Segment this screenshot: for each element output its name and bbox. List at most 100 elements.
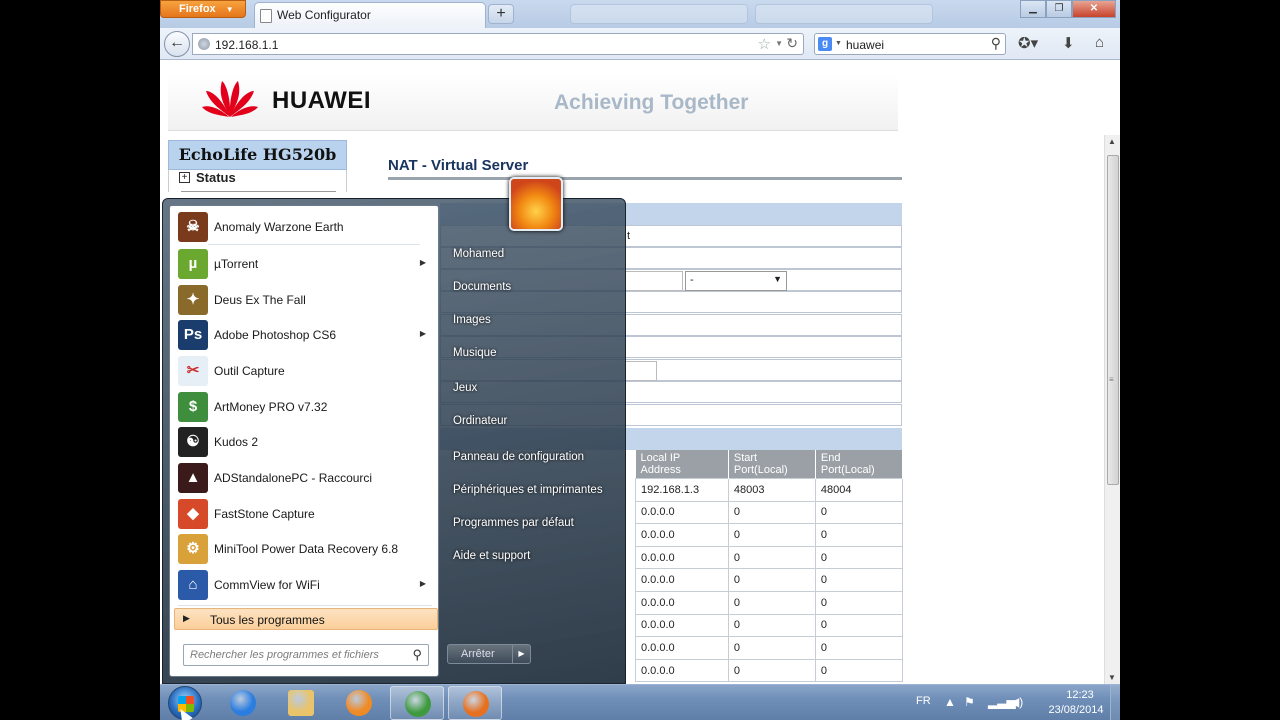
start-place-item[interactable]: Aide et support <box>453 550 530 562</box>
start-place-item[interactable]: Musique <box>453 347 496 359</box>
field-value-text: t <box>627 230 631 242</box>
submenu-arrow-icon[interactable]: ▶ <box>420 579 426 588</box>
reload-icon[interactable]: ↻ <box>786 35 798 52</box>
scroll-down-icon[interactable]: ▼ <box>1108 673 1116 682</box>
table-cell: 48003 <box>727 478 816 502</box>
program-item[interactable]: ✦ Deus Ex The Fall <box>174 283 436 317</box>
browser-tab-active[interactable]: Web Configurator <box>254 2 486 28</box>
home-icon[interactable]: ⌂ <box>1095 34 1104 51</box>
start-place-item[interactable]: Images <box>453 314 491 326</box>
bookmark-star-icon[interactable]: ☆ <box>758 35 771 53</box>
program-name: FastStone Capture <box>214 507 315 521</box>
restore-button[interactable]: ❐ <box>1046 0 1072 18</box>
google-icon[interactable]: g <box>818 37 832 51</box>
program-name: Kudos 2 <box>214 435 259 449</box>
submenu-arrow-icon[interactable]: ▶ <box>420 329 426 338</box>
start-place-item[interactable]: Panneau de configuration <box>453 451 584 463</box>
start-place-item[interactable]: Périphériques et imprimantes <box>453 484 603 496</box>
language-indicator[interactable]: FR <box>916 695 931 707</box>
start-place-item[interactable]: Mohamed <box>453 248 504 260</box>
all-programs-button[interactable]: ▶ Tous les programmes <box>174 608 438 630</box>
action-center-icon[interactable]: ⚑ <box>964 695 975 709</box>
search-input[interactable]: huawei <box>846 38 884 52</box>
show-desktop-button[interactable] <box>1110 685 1120 720</box>
bookmarks-menu-icon[interactable]: ✪▾ <box>1018 34 1038 52</box>
close-button[interactable]: ✕ <box>1072 0 1116 18</box>
vertical-scrollbar[interactable]: ▲ ≡ ▼ <box>1104 135 1120 684</box>
background-tab[interactable] <box>570 4 748 24</box>
interface-select[interactable]: - ▼ <box>685 271 787 291</box>
divider <box>388 177 902 180</box>
chevron-down-icon: ▼ <box>773 274 782 284</box>
huawei-logo <box>202 81 258 117</box>
sidebar-item-label: Status <box>196 170 236 186</box>
minimize-button[interactable]: ▁ <box>1020 0 1046 18</box>
start-place-item[interactable]: Programmes par défaut <box>453 517 574 529</box>
deus-ex-icon: ✦ <box>178 285 208 315</box>
downloads-icon[interactable]: ⬇ <box>1062 34 1075 52</box>
grip-icon: ≡ <box>1109 375 1114 384</box>
sidebar-item-status[interactable]: + Status <box>168 170 347 192</box>
minitool-icon: ⚙ <box>178 534 208 564</box>
show-hidden-icons-icon[interactable]: ▲ <box>944 695 956 709</box>
program-item[interactable]: ⚙ MiniTool Power Data Recovery 6.8 <box>174 532 436 566</box>
submenu-arrow-icon[interactable]: ▶ <box>420 258 426 267</box>
table-cell: 0.0.0.0 <box>635 545 729 570</box>
taskbar-app[interactable] <box>216 686 270 720</box>
navigation-toolbar: ← 192.168.1.1 ☆ ▼ ↻ g ▼ huawei ⚲ ✪▾ ⬇ ⌂ <box>160 28 1120 60</box>
expand-icon[interactable]: + <box>179 172 190 184</box>
scrollbar-thumb[interactable] <box>1107 155 1119 485</box>
scroll-up-icon[interactable]: ▲ <box>1108 137 1116 146</box>
search-icon[interactable]: ⚲ <box>991 35 1001 52</box>
assassin-icon: ▲ <box>178 463 208 493</box>
column-header: End Port(Local) <box>815 450 904 479</box>
table-cell: 0 <box>814 568 904 592</box>
firefox-menu-button[interactable]: Firefox ▼ <box>160 0 246 18</box>
clock-time[interactable]: 12:23 <box>1052 689 1108 701</box>
taskbar-app[interactable] <box>332 686 386 720</box>
taskbar-app[interactable] <box>274 686 328 720</box>
chevron-down-icon[interactable]: ▼ <box>835 40 842 47</box>
program-item[interactable]: ✂ Outil Capture <box>174 354 436 388</box>
start-search-input[interactable]: Rechercher les programmes et fichiers ⚲ <box>183 644 429 666</box>
divider <box>181 191 336 192</box>
background-tab[interactable] <box>755 4 933 24</box>
program-item[interactable]: ☠ Anomaly Warzone Earth <box>174 210 436 244</box>
table-row: 0.0.0.0 0 0 <box>635 545 904 570</box>
program-item[interactable]: Ps Adobe Photoshop CS6 ▶ <box>174 318 436 352</box>
page-banner: HUAWEI Achieving Together <box>168 75 898 131</box>
program-item[interactable]: ⌂ CommView for WiFi ▶ <box>174 568 436 602</box>
port-input[interactable] <box>625 361 657 381</box>
globe-icon <box>198 38 210 50</box>
search-bar[interactable]: g ▼ huawei ⚲ <box>814 33 1006 55</box>
url-bar[interactable]: 192.168.1.1 ☆ ▼ ↻ <box>192 33 804 55</box>
ip-input[interactable] <box>625 271 683 291</box>
program-item[interactable]: ☯ Kudos 2 <box>174 425 436 459</box>
new-tab-button[interactable]: + <box>488 4 514 24</box>
history-dropdown-icon[interactable]: ▼ <box>775 39 783 48</box>
commview-icon: ⌂ <box>178 570 208 600</box>
user-avatar[interactable] <box>509 177 563 231</box>
search-icon[interactable]: ⚲ <box>412 647 422 663</box>
program-item[interactable]: µ µTorrent ▶ <box>174 247 436 281</box>
triangle-right-icon[interactable]: ▶ <box>512 645 530 663</box>
back-button[interactable]: ← <box>164 31 190 57</box>
media-player-icon <box>346 690 372 716</box>
volume-icon[interactable]: ◀) <box>1010 695 1023 709</box>
browser-titlebar: Firefox ▼ Web Configurator + ▁ ❐ ✕ <box>160 0 1120 28</box>
start-place-item[interactable]: Ordinateur <box>453 415 507 427</box>
slogan: Achieving Together <box>554 91 749 114</box>
start-place-item[interactable]: Jeux <box>453 382 477 394</box>
table-row: 0.0.0.0 0 0 <box>635 658 904 683</box>
clock-date[interactable]: 23/08/2014 <box>1040 704 1112 716</box>
table-row: 0.0.0.0 0 0 <box>635 613 904 638</box>
start-place-item[interactable]: Documents <box>453 281 511 293</box>
shutdown-button[interactable]: Arrêter ▶ <box>447 644 531 664</box>
taskbar-app[interactable] <box>390 686 444 720</box>
program-item[interactable]: ◆ FastStone Capture <box>174 497 436 531</box>
divider <box>208 244 420 245</box>
taskbar-app[interactable] <box>448 686 502 720</box>
program-item[interactable]: $ ArtMoney PRO v7.32 <box>174 390 436 424</box>
program-item[interactable]: ▲ ADStandalonePC - Raccourci <box>174 461 436 495</box>
triangle-right-icon: ▶ <box>183 613 190 623</box>
